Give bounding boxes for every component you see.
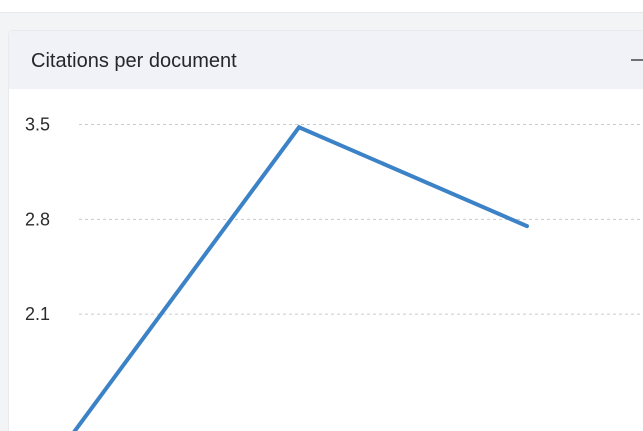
chart-area: 3.5 2.8 2.1 bbox=[9, 89, 643, 431]
y-tick-label: 2.1 bbox=[25, 304, 50, 324]
minus-icon[interactable] bbox=[631, 59, 643, 61]
card-header: Citations per document bbox=[9, 31, 643, 89]
dashboard-page: Citations per document 3.5 2.8 2.1 bbox=[0, 0, 643, 431]
citations-chart-card: Citations per document 3.5 2.8 2.1 bbox=[9, 31, 643, 431]
y-tick-label: 2.8 bbox=[25, 209, 50, 229]
top-strip bbox=[0, 0, 643, 13]
series-line bbox=[72, 124, 529, 431]
card-title: Citations per document bbox=[31, 50, 237, 72]
line-chart: 3.5 2.8 2.1 bbox=[25, 115, 643, 431]
y-tick-label: 3.5 bbox=[25, 115, 50, 135]
